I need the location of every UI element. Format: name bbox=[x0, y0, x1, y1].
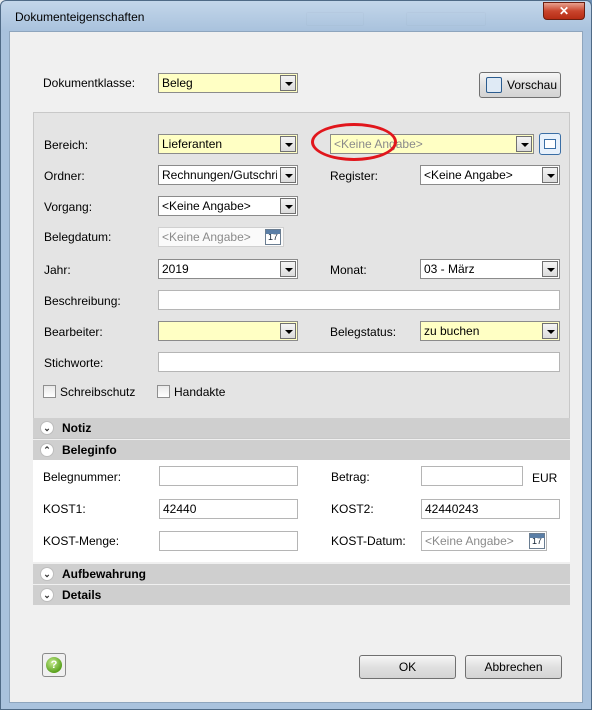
chevron-down-icon[interactable] bbox=[280, 75, 296, 91]
dokumentklasse-label: Dokumentklasse: bbox=[43, 76, 136, 90]
chevron-down-icon[interactable] bbox=[280, 136, 296, 152]
chevron-down-icon[interactable] bbox=[542, 323, 558, 339]
bearbeiter-label: Bearbeiter: bbox=[44, 325, 103, 339]
ok-button[interactable]: OK bbox=[359, 655, 456, 679]
bearbeiter-select[interactable] bbox=[158, 321, 298, 341]
kost-menge-field[interactable] bbox=[159, 531, 298, 551]
monat-label: Monat: bbox=[330, 263, 367, 277]
schreibschutz-label: Schreibschutz bbox=[60, 385, 136, 399]
abbrechen-button[interactable]: Abbrechen bbox=[465, 655, 562, 679]
main-form-panel: Bereich: Lieferanten <Keine Angabe> Ordn… bbox=[33, 112, 570, 439]
dialog-window: Dokumenteigenschaften ✕ Dokumentklasse: … bbox=[0, 0, 592, 710]
section-notiz[interactable]: ⌄ Notiz bbox=[33, 418, 570, 438]
calendar-icon[interactable]: 17 bbox=[529, 533, 545, 549]
ordner-label: Ordner: bbox=[44, 169, 85, 183]
chevron-down-icon[interactable] bbox=[516, 136, 532, 152]
betrag-field[interactable] bbox=[421, 466, 523, 486]
chevron-down-icon[interactable] bbox=[542, 261, 558, 277]
ordner-select[interactable]: Rechnungen/Gutschrifte bbox=[158, 165, 298, 185]
register-label: Register: bbox=[330, 169, 379, 183]
jahr-label: Jahr: bbox=[44, 263, 71, 277]
register-select[interactable]: <Keine Angabe> bbox=[420, 165, 560, 185]
background-toolbar-ghost bbox=[406, 12, 486, 26]
jahr-select[interactable]: 2019 bbox=[158, 259, 298, 279]
kost2-label: KOST2: bbox=[331, 502, 374, 516]
beschreibung-field[interactable] bbox=[158, 290, 560, 310]
bereich-label: Bereich: bbox=[44, 138, 89, 152]
belegnummer-label: Belegnummer: bbox=[43, 470, 122, 484]
beleginfo-panel: Belegnummer: Betrag: EUR KOST1: 42440 KO… bbox=[33, 460, 570, 562]
background-toolbar-ghost bbox=[306, 12, 364, 26]
chevron-down-icon[interactable] bbox=[542, 167, 558, 183]
chevron-down-icon: ⌄ bbox=[40, 421, 54, 435]
close-button[interactable]: ✕ bbox=[543, 2, 585, 20]
dokumentklasse-select[interactable]: Beleg bbox=[158, 73, 298, 93]
stichworte-label: Stichworte: bbox=[44, 356, 104, 370]
chevron-down-icon[interactable] bbox=[280, 198, 296, 214]
vorgang-label: Vorgang: bbox=[44, 200, 93, 214]
currency-label: EUR bbox=[532, 471, 558, 485]
handakte-checkbox[interactable] bbox=[157, 385, 170, 398]
handakte-label: Handakte bbox=[174, 385, 226, 399]
kost1-field[interactable]: 42440 bbox=[159, 499, 298, 519]
betrag-label: Betrag: bbox=[331, 470, 370, 484]
close-icon: ✕ bbox=[558, 4, 570, 18]
preview-icon bbox=[486, 77, 502, 93]
belegstatus-label: Belegstatus: bbox=[330, 325, 397, 339]
belegdatum-label: Belegdatum: bbox=[44, 230, 112, 244]
annotation-ellipse bbox=[311, 123, 397, 161]
chevron-up-icon: ⌃ bbox=[40, 443, 54, 457]
kost-menge-label: KOST-Menge: bbox=[43, 534, 120, 548]
monat-select[interactable]: 03 - März bbox=[420, 259, 560, 279]
chevron-down-icon[interactable] bbox=[280, 167, 296, 183]
chevron-down-icon[interactable] bbox=[280, 323, 296, 339]
kost1-label: KOST1: bbox=[43, 502, 86, 516]
vorgang-select[interactable]: <Keine Angabe> bbox=[158, 196, 298, 216]
calendar-icon[interactable]: 17 bbox=[265, 229, 281, 245]
stichworte-field[interactable] bbox=[158, 352, 560, 372]
section-beleginfo[interactable]: ⌃ Beleginfo bbox=[33, 440, 570, 460]
window-title: Dokumenteigenschaften bbox=[15, 10, 145, 24]
kost2-field[interactable]: 42440243 bbox=[421, 499, 560, 519]
vorschau-button[interactable]: Vorschau bbox=[479, 72, 561, 98]
bereich-details-button[interactable] bbox=[539, 133, 561, 155]
help-icon: ? bbox=[46, 657, 62, 673]
bereich-select[interactable]: Lieferanten bbox=[158, 134, 298, 154]
kost-datum-label: KOST-Datum: bbox=[331, 534, 406, 548]
chevron-down-icon: ⌄ bbox=[40, 567, 54, 581]
chevron-down-icon: ⌄ bbox=[40, 588, 54, 602]
help-button[interactable]: ? bbox=[42, 653, 66, 677]
window-icon bbox=[544, 139, 556, 149]
schreibschutz-checkbox[interactable] bbox=[43, 385, 56, 398]
belegstatus-select[interactable]: zu buchen bbox=[420, 321, 560, 341]
section-aufbewahrung[interactable]: ⌄ Aufbewahrung bbox=[33, 564, 570, 584]
section-details[interactable]: ⌄ Details bbox=[33, 585, 570, 605]
dialog-client-area: Dokumentklasse: Beleg Vorschau Bereich: … bbox=[9, 31, 583, 703]
chevron-down-icon[interactable] bbox=[280, 261, 296, 277]
beschreibung-label: Beschreibung: bbox=[44, 294, 121, 308]
title-bar[interactable]: Dokumenteigenschaften ✕ bbox=[1, 1, 591, 31]
belegnummer-field[interactable] bbox=[159, 466, 298, 486]
